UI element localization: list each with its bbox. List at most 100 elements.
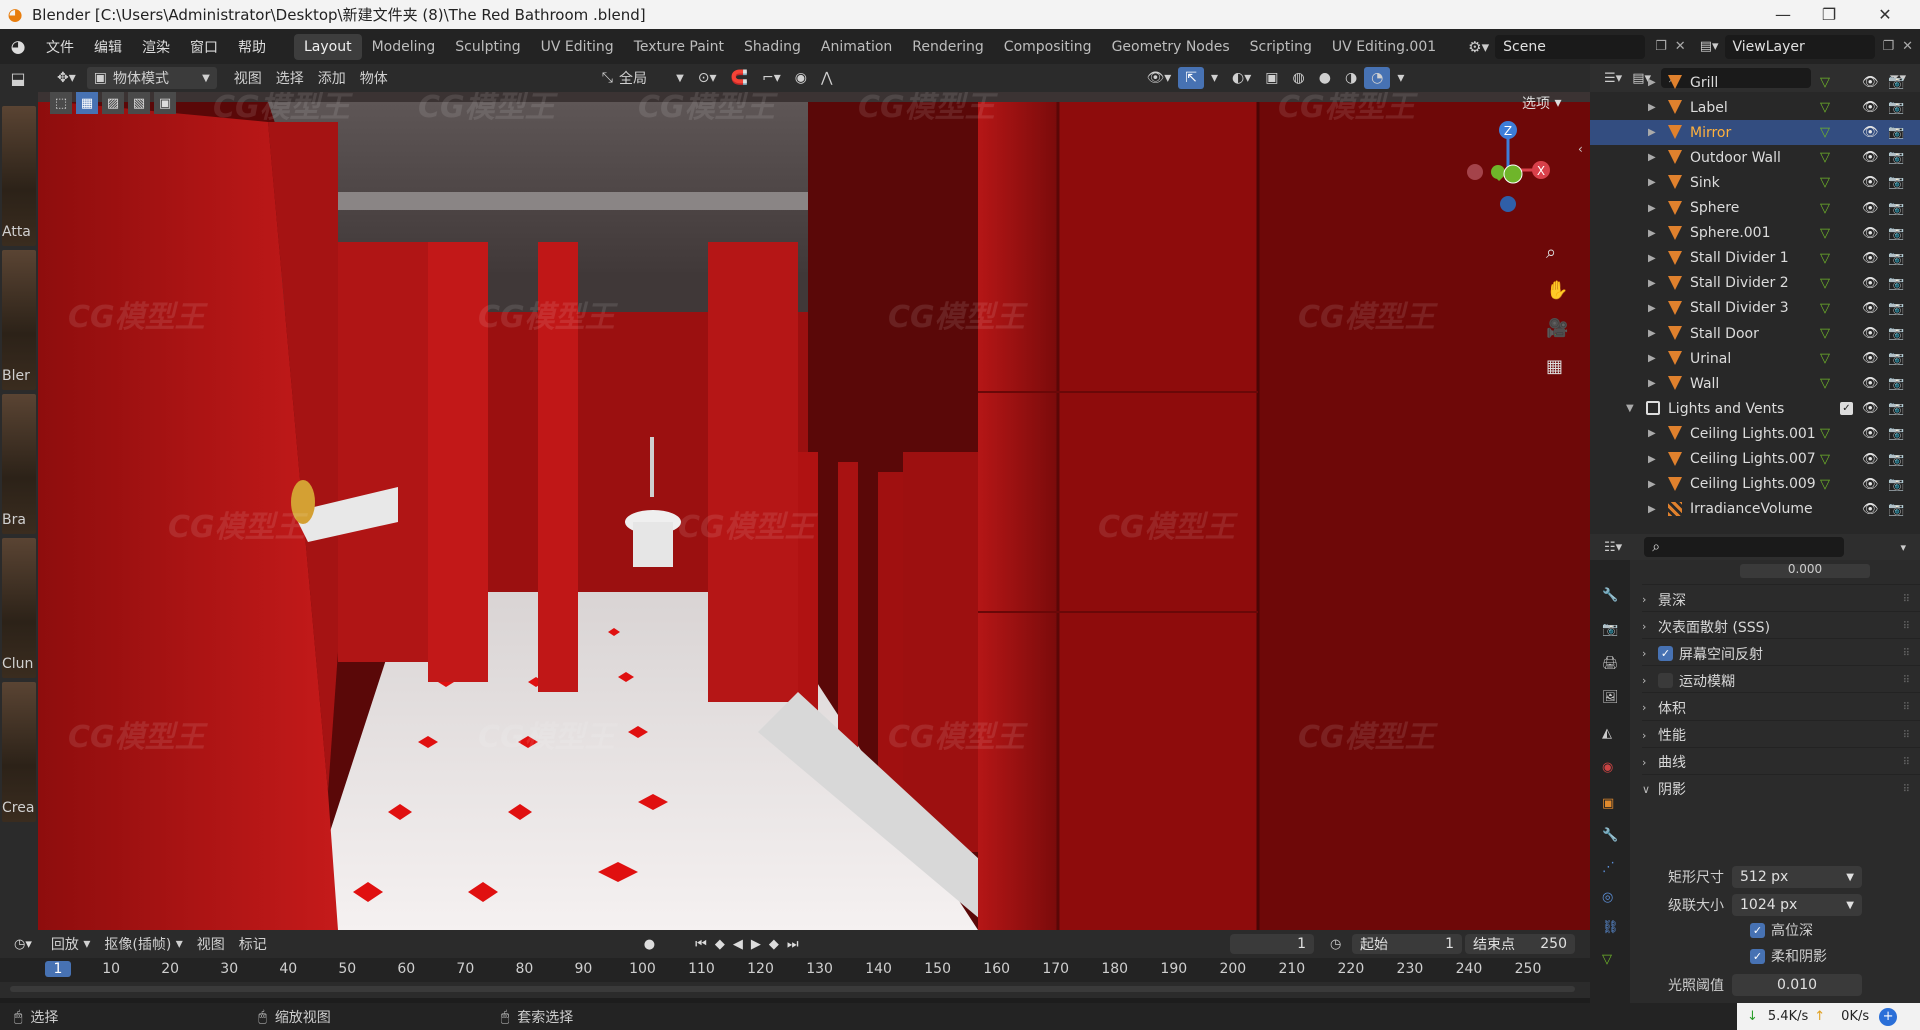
drag-handle-icon[interactable]: ⠿ <box>1903 594 1910 605</box>
panel-header[interactable]: › 次表面散射 (SSS) ⠿ <box>1642 611 1920 641</box>
properties-search-input[interactable]: ⌕ <box>1644 537 1845 557</box>
blender-menu-icon[interactable]: ◕ <box>0 37 36 57</box>
expand-right-icon[interactable]: ▶ <box>1648 454 1656 465</box>
shading-dropdown-icon[interactable]: ▾ <box>1390 67 1411 89</box>
mesh-data-icon[interactable]: ▽ <box>1820 226 1830 241</box>
tab-uv-editing[interactable]: UV Editing <box>531 34 624 60</box>
outliner-row[interactable]: ▶ Outdoor Wall ▽ 👁 📷 <box>1590 145 1920 170</box>
output-tab-icon[interactable]: 🖨 <box>1602 656 1619 671</box>
visibility-eye-icon[interactable]: 👁 <box>1862 326 1879 341</box>
outliner-row[interactable]: ▶ Stall Door ▽ 👁 📷 <box>1590 321 1920 346</box>
outliner-row[interactable]: ▶ IrradianceVolume 👁 📷 <box>1590 497 1920 522</box>
panel-header[interactable]: › ✓ 屏幕空间反射 ⠿ <box>1642 638 1920 668</box>
visibility-eye-icon[interactable]: 👁 <box>1862 276 1879 291</box>
mesh-data-icon[interactable]: ▽ <box>1820 251 1830 266</box>
render-camera-icon[interactable]: 📷 <box>1888 125 1904 140</box>
tab-compositing[interactable]: Compositing <box>994 34 1102 60</box>
constraints-tab-icon[interactable]: ⛓ <box>1602 920 1619 935</box>
render-camera-icon[interactable]: 📷 <box>1888 452 1904 467</box>
scene-icon[interactable]: ⚙▾ <box>1468 38 1489 56</box>
drag-handle-icon[interactable]: ⠿ <box>1903 702 1910 713</box>
editor-type-icon[interactable]: ⬓ <box>0 67 36 89</box>
panel-header[interactable]: › 性能 ⠿ <box>1642 719 1920 750</box>
timeline-scrollbar[interactable] <box>10 986 1575 992</box>
falloff-icon[interactable]: ⋀ <box>814 67 839 89</box>
play-reverse-icon[interactable]: ◀ <box>733 937 751 952</box>
select-new-icon[interactable]: ▦ <box>76 92 98 114</box>
modifier-tab-icon[interactable]: 🔧 <box>1602 828 1618 843</box>
transform-orientation-selector[interactable]: ⤡ 全局 ▼ <box>595 67 691 89</box>
menu-marker[interactable]: 标记 <box>232 933 274 955</box>
drag-handle-icon[interactable]: ⠿ <box>1903 730 1910 741</box>
3d-viewport[interactable]: ⬚ ▦ ▨ ▧ ▣ 选项 ▾ Z X ⌕ ✋ 🎥 ▦ ‹ CG模型王 CG模型王… <box>38 92 1590 930</box>
expand-right-icon[interactable]: ▶ <box>1648 152 1656 163</box>
collection-checkbox[interactable]: ✓ <box>1840 402 1853 416</box>
visibility-eye-icon[interactable]: 👁 <box>1862 175 1879 190</box>
expand-down-icon[interactable]: ▼ <box>1626 403 1634 414</box>
xray-icon[interactable]: ▣ <box>1258 67 1285 89</box>
expand-right-icon[interactable]: ▶ <box>1648 479 1656 490</box>
select-intersect-icon[interactable]: ▣ <box>154 92 176 114</box>
add-icon[interactable]: + <box>1879 1007 1898 1026</box>
mesh-data-icon[interactable]: ▽ <box>1820 276 1830 291</box>
gizmo-dropdown-icon[interactable]: ▾ <box>1204 67 1225 89</box>
expand-right-icon[interactable]: ▶ <box>1648 328 1656 339</box>
outliner-row[interactable]: ▶ Sink ▽ 👁 📷 <box>1590 170 1920 195</box>
panel-header[interactable]: › 曲线 ⠿ <box>1642 746 1920 777</box>
render-camera-icon[interactable]: 📷 <box>1888 100 1904 115</box>
scene-selector[interactable]: Scene <box>1495 34 1646 59</box>
mesh-data-icon[interactable]: ▽ <box>1820 125 1830 140</box>
visibility-eye-icon[interactable]: 👁 <box>1862 251 1879 266</box>
panel-header[interactable]: › 景深 ⠿ <box>1642 584 1920 614</box>
tab-layout[interactable]: Layout <box>294 33 362 60</box>
expand-right-icon[interactable]: ▶ <box>1648 504 1656 515</box>
menu-select[interactable]: 选择 <box>269 67 311 89</box>
visibility-eye-icon[interactable]: 👁 <box>1862 426 1879 441</box>
transform-tool-icon[interactable]: ✥▾ <box>50 67 83 89</box>
menu-edit[interactable]: 编辑 <box>84 37 132 57</box>
visibility-eye-icon[interactable]: 👁 <box>1862 301 1879 316</box>
soft-shadows-row[interactable]: ✓ 柔和阴影 <box>1750 944 1920 968</box>
render-camera-icon[interactable]: 📷 <box>1888 226 1904 241</box>
visibility-eye-icon[interactable]: 👁 <box>1862 125 1879 140</box>
outliner-row[interactable]: ▶ Sphere ▽ 👁 📷 <box>1590 196 1920 221</box>
record-icon[interactable]: ● <box>644 937 655 952</box>
select-extend-icon[interactable]: ▨ <box>102 92 124 114</box>
maximize-button[interactable]: ❐ <box>1806 0 1852 29</box>
drag-handle-icon[interactable]: ⠿ <box>1903 621 1910 632</box>
menu-playback[interactable]: 回放 ▾ <box>44 933 97 955</box>
current-frame-field[interactable]: 1 <box>1230 934 1314 954</box>
outliner-row[interactable]: ▶ Label ▽ 👁 📷 <box>1590 95 1920 120</box>
drag-handle-icon[interactable]: ⠿ <box>1903 675 1910 686</box>
end-frame-field[interactable]: 结束点 250 <box>1465 934 1575 954</box>
object-tab-icon[interactable]: ▣ <box>1602 796 1614 811</box>
visibility-eye-icon[interactable]: 👁 <box>1862 351 1879 366</box>
menu-file[interactable]: 文件 <box>36 37 84 57</box>
outliner-row[interactable]: ▶ Stall Divider 2 ▽ 👁 📷 <box>1590 271 1920 296</box>
visibility-eye-icon[interactable]: 👁 <box>1862 150 1879 165</box>
visibility-eye-icon[interactable]: 👁 <box>1862 226 1879 241</box>
clock-icon[interactable]: ◷ <box>1330 937 1341 952</box>
menu-timeline-view[interactable]: 视图 <box>190 933 232 955</box>
visibility-eye-icon[interactable]: 👁 <box>1862 376 1879 391</box>
jump-start-icon[interactable]: ⏮ <box>695 937 715 952</box>
visibility-eye-icon[interactable]: 👁 <box>1862 75 1879 90</box>
render-camera-icon[interactable]: 📷 <box>1888 251 1904 266</box>
visibility-eye-icon[interactable]: 👁 <box>1862 201 1879 216</box>
expand-right-icon[interactable]: ▶ <box>1648 428 1656 439</box>
outliner-row[interactable]: ▶ Urinal ▽ 👁 📷 <box>1590 346 1920 371</box>
menu-help[interactable]: 帮助 <box>228 37 276 57</box>
tab-uv-editing-001[interactable]: UV Editing.001 <box>1322 34 1446 60</box>
visibility-icon[interactable]: 👁▾ <box>1139 67 1178 89</box>
outliner-row[interactable]: ▶ Stall Divider 3 ▽ 👁 📷 <box>1590 296 1920 321</box>
high-bit-checkbox[interactable]: ✓ <box>1750 922 1765 938</box>
mesh-data-icon[interactable]: ▽ <box>1820 351 1830 366</box>
expand-right-icon[interactable]: ▶ <box>1648 127 1656 138</box>
expand-right-icon[interactable]: ▶ <box>1648 102 1656 113</box>
asset-thumb-4[interactable]: Clun <box>2 538 36 678</box>
asset-thumb-2[interactable]: Bler <box>2 250 36 390</box>
snap-target-icon[interactable]: ⌐▾ <box>755 67 788 89</box>
asset-thumb-3[interactable]: Bra <box>2 394 36 534</box>
outliner-row[interactable]: ▶ Ceiling Lights.009 ▽ 👁 📷 <box>1590 472 1920 497</box>
tab-texture-paint[interactable]: Texture Paint <box>624 34 734 60</box>
